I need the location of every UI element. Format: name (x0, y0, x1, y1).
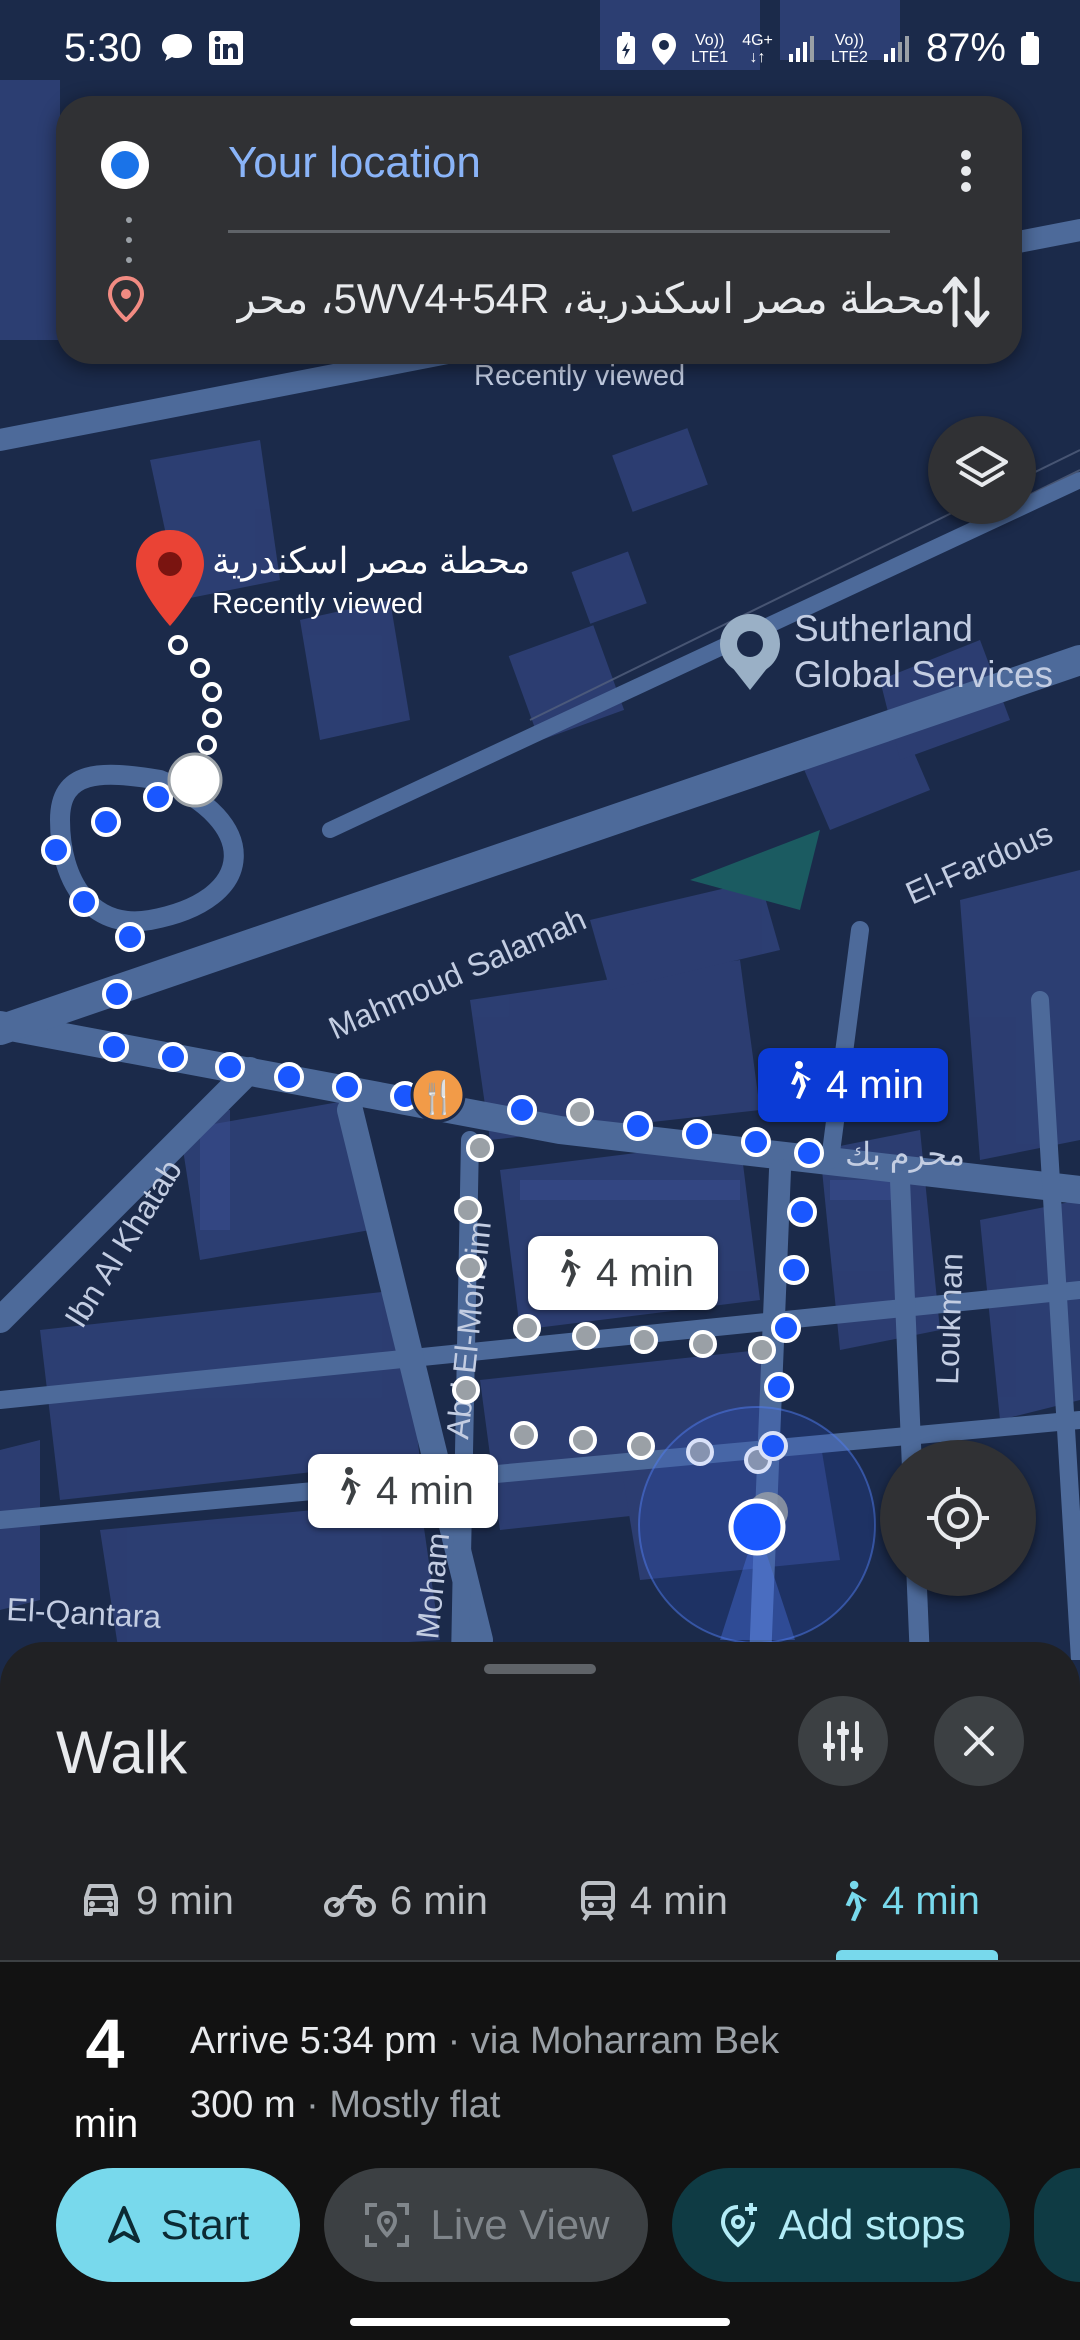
signal-icon (788, 35, 814, 62)
status-bar: 5:30 Vo)) LTE1 4G+ ↓↑ Vo)) LTE2 87% (0, 0, 1080, 96)
travel-mode-tabs: 9 min 6 min 4 min 4 min (0, 1842, 1080, 1962)
sim2-network-label: Vo)) LTE2 (831, 32, 868, 66)
start-button-label: Start (160, 2201, 250, 2248)
tab-driving[interactable]: 9 min (80, 1842, 234, 1960)
street-label-loukman: Loukman (929, 1252, 970, 1385)
walk-icon (845, 1880, 867, 1922)
walk-icon (332, 1466, 362, 1516)
tab-transit-label: 4 min (630, 1878, 728, 1923)
tune-icon (823, 1721, 863, 1761)
distance-line: 300 m · Mostly flat (190, 2084, 500, 2127)
more-vert-icon (961, 150, 971, 192)
walk-icon (782, 1060, 812, 1110)
arrive-time: Arrive 5:34 pm (190, 2020, 438, 2062)
swap-vert-icon (942, 276, 990, 328)
sim2-volte-label: Vo)) (834, 31, 865, 49)
route-options-button[interactable] (798, 1696, 888, 1786)
close-directions-button[interactable] (934, 1696, 1024, 1786)
arrival-line: Arrive 5:34 pm · via Moharram Bek (190, 2020, 779, 2063)
route-distance: 300 m (190, 2084, 296, 2126)
add-stops-button[interactable]: Add stops (672, 2168, 1010, 2282)
network-type-top: 4G+ (742, 31, 773, 49)
route-terrain: · Mostly flat (295, 2084, 501, 2126)
my-location-button[interactable] (880, 1440, 1036, 1596)
tab-driving-label: 9 min (136, 1878, 234, 1923)
destination-pin-icon[interactable] (132, 528, 208, 628)
tab-walking[interactable]: 4 min (836, 1842, 980, 1960)
crosshair-icon (927, 1487, 989, 1549)
route-chip-alt-1[interactable]: 4 min (528, 1236, 718, 1310)
battery-saver-icon (617, 31, 636, 64)
origin-dot-icon (98, 138, 152, 192)
directions-bottom-sheet: Walk 9 min 6 min 4 min 4 min 4 min Arriv… (0, 1642, 1080, 2340)
destination-pin-small-icon (106, 274, 146, 324)
live-view-icon (364, 2203, 409, 2247)
card-divider (228, 230, 890, 233)
more-options-button[interactable] (936, 136, 996, 206)
duration-value: 4 (85, 2005, 125, 2083)
sim2-lte-label: LTE2 (830, 48, 868, 66)
via-route: · via Moharram Bek (437, 2020, 780, 2062)
tab-transit[interactable]: 4 min (580, 1842, 728, 1960)
home-indicator[interactable] (350, 2318, 730, 2326)
destination-place-sub: Recently viewed (212, 588, 424, 620)
selected-tab-indicator (836, 1950, 998, 1960)
route-chip-alt-2[interactable]: 4 min (308, 1454, 498, 1528)
sutherland-line1: Sutherland (794, 608, 973, 649)
chat-bubble-icon (162, 34, 192, 61)
battery-icon (1021, 31, 1039, 65)
navigation-arrow-icon (107, 2206, 140, 2243)
layers-button[interactable] (928, 416, 1036, 524)
route-chip-time: 4 min (376, 1468, 474, 1513)
route-chip-time: 4 min (826, 1062, 924, 1107)
tab-motorcycle[interactable]: 6 min (324, 1842, 488, 1960)
swap-directions-button[interactable] (926, 262, 1006, 342)
motorcycle-icon (324, 1885, 376, 1917)
origin-field[interactable]: Your location (228, 138, 481, 188)
transit-icon (581, 1881, 615, 1922)
close-icon (964, 1726, 994, 1756)
sutherland-line2: Global Services (794, 654, 1054, 695)
add-location-icon (720, 2203, 757, 2248)
svg-text:🍴: 🍴 (418, 1078, 458, 1116)
signal-2-icon (883, 35, 909, 62)
sim1-volte-label: Vo)) (694, 31, 725, 49)
layers-icon (956, 446, 1008, 487)
directions-card: Your location محطة مصر اسكندرية، 5WV4+54… (56, 96, 1022, 364)
tab-walking-label: 4 min (882, 1878, 980, 1923)
destination-place-label[interactable]: محطة مصر اسكندرية Recently viewed (212, 540, 530, 621)
route-summary-panel[interactable] (0, 1962, 1080, 2340)
location-icon (652, 32, 677, 65)
sheet-drag-handle[interactable] (484, 1664, 596, 1674)
car-icon (84, 1884, 118, 1916)
destination-field[interactable]: محطة مصر اسكندرية، 5WV4+54R، محر... (236, 274, 946, 323)
walk-icon (552, 1248, 582, 1298)
route-chip-selected[interactable]: 4 min (758, 1048, 948, 1122)
status-time: 5:30 (64, 26, 142, 70)
street-label-moharram-bek: محرم بك (845, 1136, 965, 1173)
duration-unit: min (73, 2102, 139, 2146)
route-chip-time: 4 min (596, 1250, 694, 1295)
battery-percent: 87% (925, 26, 1006, 70)
sim1-network-label: Vo)) LTE1 (691, 32, 728, 66)
linkedin-icon (209, 31, 243, 65)
sim1-lte-label: LTE1 (691, 48, 729, 66)
sutherland-place-label[interactable]: Sutherland Global Services (794, 606, 1053, 698)
sheet-title: Walk (56, 1719, 188, 1786)
live-view-button[interactable]: Live View (324, 2168, 648, 2282)
live-view-button-label: Live View (430, 2201, 610, 2248)
start-button[interactable]: Start (56, 2168, 300, 2282)
network-type-label: 4G+ ↓↑ (742, 32, 773, 66)
add-stops-button-label: Add stops (778, 2201, 966, 2248)
destination-place-name: محطة مصر اسكندرية (212, 540, 531, 581)
tab-motorcycle-label: 6 min (390, 1878, 488, 1923)
faded-recently-viewed-label: Recently viewed (474, 360, 685, 392)
network-type-bottom: ↓↑ (749, 48, 766, 66)
